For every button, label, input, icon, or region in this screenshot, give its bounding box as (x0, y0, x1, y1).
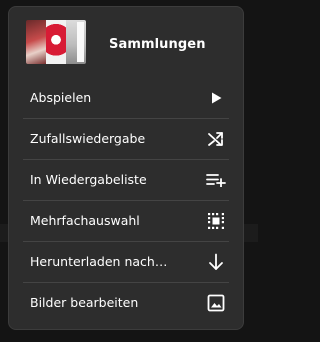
image-icon (205, 292, 227, 314)
menu-item-label: Herunterladen nach… (30, 254, 168, 269)
menu-item-label: In Wiedergabeliste (30, 172, 147, 187)
multi-select-icon (205, 210, 227, 232)
menu-item-label: Mehrfachauswahl (30, 213, 140, 228)
menu-item-shuffle[interactable]: Zufallswiedergabe (9, 118, 243, 159)
play-icon (205, 87, 227, 109)
thumbnail-tile (46, 20, 66, 64)
thumbnail-tile (26, 20, 46, 64)
add-to-queue-icon (205, 169, 227, 191)
download-icon (205, 251, 227, 273)
menu-item-label: Zufallswiedergabe (30, 131, 146, 146)
menu-item-edit-images[interactable]: Bilder bearbeiten (9, 282, 243, 323)
collection-title: Sammlungen (109, 37, 206, 52)
menu-items: Abspielen Zufallswiedergabe In Wiedergab… (9, 77, 243, 323)
menu-item-download[interactable]: Herunterladen nach… (9, 241, 243, 282)
menu-item-multi-select[interactable]: Mehrfachauswahl (9, 200, 243, 241)
thumbnail-tile (66, 20, 86, 64)
menu-header: Sammlungen (9, 7, 243, 71)
menu-item-play[interactable]: Abspielen (9, 77, 243, 118)
menu-item-add-to-queue[interactable]: In Wiedergabeliste (9, 159, 243, 200)
context-menu: Sammlungen Abspielen Zufallswiedergabe I… (8, 6, 244, 330)
menu-item-label: Abspielen (30, 90, 92, 105)
shuffle-icon (205, 128, 227, 150)
collection-thumbnail (26, 20, 86, 64)
menu-item-label: Bilder bearbeiten (30, 295, 139, 310)
